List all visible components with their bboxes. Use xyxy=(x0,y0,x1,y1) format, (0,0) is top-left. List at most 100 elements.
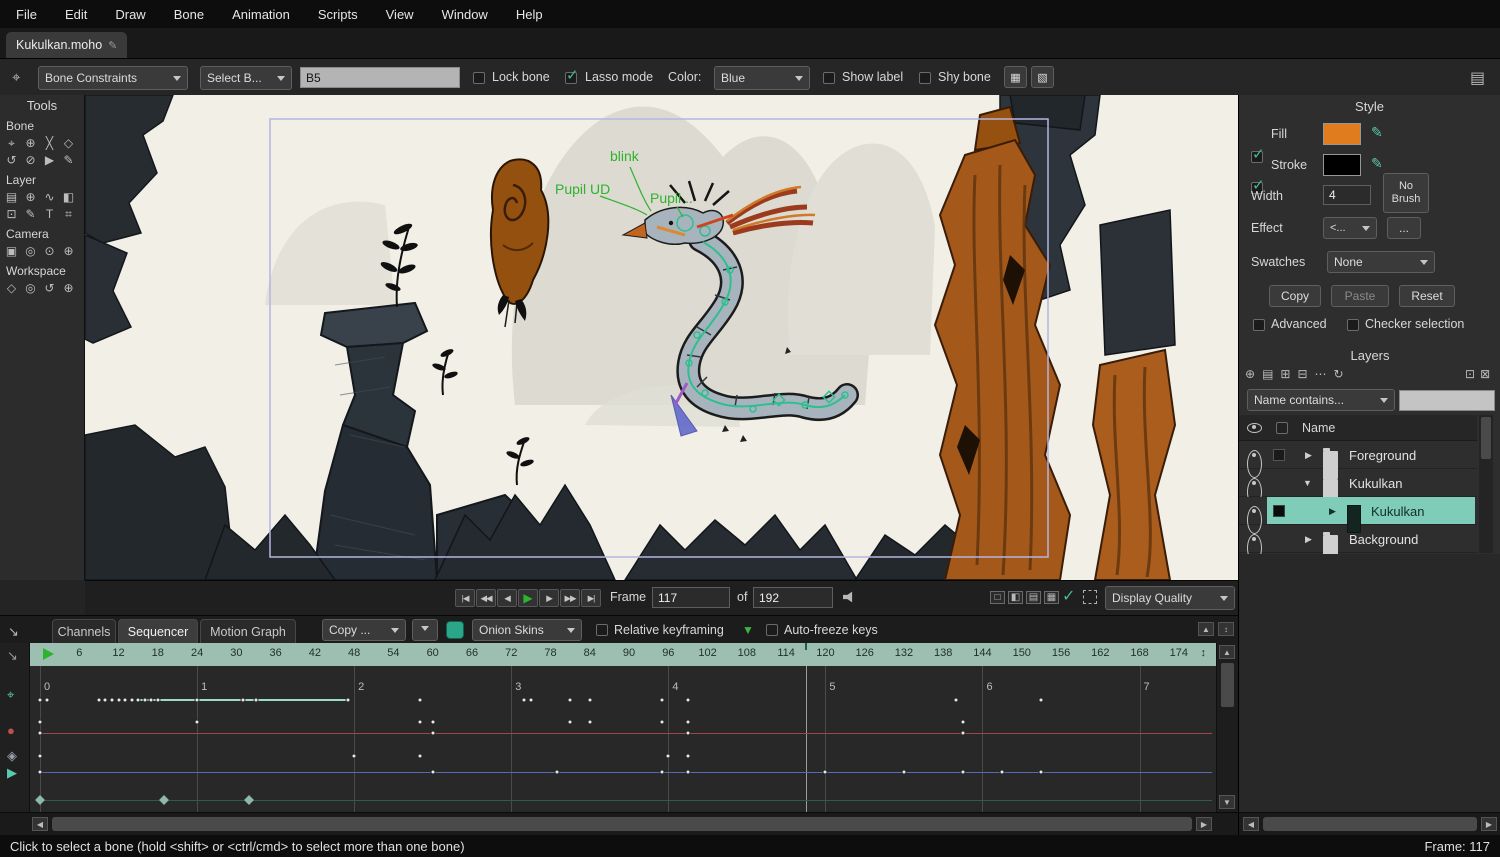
keyframe[interactable] xyxy=(685,770,690,775)
menu-help[interactable]: Help xyxy=(502,7,557,22)
stroke-edit-pencil-icon[interactable]: ✎ xyxy=(1371,155,1383,172)
keyframe[interactable] xyxy=(109,698,114,703)
ruler-scroll-icon[interactable]: ↕ xyxy=(1201,647,1207,659)
camera-tool-icon[interactable]: ◎ xyxy=(21,243,40,259)
camera-tool-icon[interactable]: ▣ xyxy=(2,243,21,259)
collapse-timeline-icon[interactable]: ▲ xyxy=(1198,622,1214,636)
scroll-left-icon[interactable]: ◀ xyxy=(1243,817,1259,831)
display-mode-3-icon[interactable]: ▤ xyxy=(1026,591,1041,604)
bone-tool-icon[interactable]: ✎ xyxy=(59,152,78,168)
keyframe[interactable] xyxy=(685,754,690,759)
bone-tool-icon[interactable]: ▶ xyxy=(40,152,59,168)
onion-skins-dropdown[interactable]: Onion Skins xyxy=(472,619,582,641)
switch-channel-icon[interactable]: ◈ xyxy=(7,748,17,764)
display-mode-4-icon[interactable]: ▦ xyxy=(1044,591,1059,604)
layers-toolbar-icon-1[interactable]: ⊕ xyxy=(1245,367,1255,381)
keyframe[interactable] xyxy=(352,754,357,759)
keyframe[interactable] xyxy=(38,770,43,775)
keyframe[interactable] xyxy=(587,720,592,725)
keyframe[interactable] xyxy=(240,698,245,703)
auto-freeze-checkbox[interactable] xyxy=(766,624,778,636)
fill-edit-pencil-icon[interactable]: ✎ xyxy=(1371,124,1383,141)
bone-constraints-dropdown[interactable]: Bone Constraints xyxy=(38,66,188,90)
no-brush-button[interactable]: No Brush xyxy=(1383,173,1429,213)
layer-tool-icon[interactable]: ⌗ xyxy=(59,206,78,222)
keyframe[interactable] xyxy=(244,795,254,805)
timeline-corner-icon[interactable]: ↘ xyxy=(7,648,18,664)
reset-style-button[interactable]: Reset xyxy=(1399,285,1455,307)
lock-bone-checkbox[interactable] xyxy=(473,72,485,84)
keyframe[interactable] xyxy=(587,698,592,703)
layer-tool-icon[interactable]: ⊡ xyxy=(2,206,21,222)
display-quality-dropdown[interactable]: Display Quality xyxy=(1105,586,1235,610)
timeline-tracks[interactable]: 01234567 xyxy=(30,666,1216,812)
mini-dropdown[interactable] xyxy=(412,619,438,641)
go-start-button[interactable]: |◀ xyxy=(455,589,475,607)
layer-color-swatch[interactable] xyxy=(1273,449,1285,461)
layers-toolbar-icon-3[interactable]: ⊞ xyxy=(1280,367,1290,381)
layers-toolbar-icon-2[interactable]: ▤ xyxy=(1262,367,1273,381)
layers-toolbar-icon-4[interactable]: ⊟ xyxy=(1297,367,1307,381)
keyframe[interactable] xyxy=(960,731,965,736)
keyframe[interactable] xyxy=(659,698,664,703)
go-end-button[interactable]: ▶| xyxy=(581,589,601,607)
scroll-right-icon[interactable]: ▶ xyxy=(1481,817,1497,831)
keyframe[interactable] xyxy=(954,698,959,703)
expand-arrow-icon[interactable]: ▶ xyxy=(1305,525,1312,553)
scroll-down-icon[interactable]: ▼ xyxy=(1219,795,1235,809)
keyframe[interactable] xyxy=(155,698,160,703)
keyframe[interactable] xyxy=(38,720,43,725)
fill-color-swatch[interactable] xyxy=(1323,123,1361,145)
bone-tool-icon[interactable]: ⌖ xyxy=(2,135,21,151)
keyframe[interactable] xyxy=(136,698,141,703)
keyframe[interactable] xyxy=(1039,698,1044,703)
keyframe[interactable] xyxy=(568,698,573,703)
layer-tool-icon[interactable]: ∿ xyxy=(40,189,59,205)
timeline-corner-arrow-icon[interactable]: ↘ xyxy=(8,624,19,640)
keyframe[interactable] xyxy=(666,754,671,759)
layers-toolbar-icon-6[interactable]: ↻ xyxy=(1334,367,1344,381)
tab-sequencer[interactable]: Sequencer xyxy=(118,619,198,643)
layers-toolbar-right-icon-1[interactable]: ⊡ xyxy=(1465,367,1475,381)
keyframe-filter-icon[interactable]: ▼ xyxy=(742,623,754,637)
color-channel-icon[interactable]: ● xyxy=(7,723,15,738)
keyframe[interactable] xyxy=(430,720,435,725)
menu-scripts[interactable]: Scripts xyxy=(304,7,372,22)
keyframe[interactable] xyxy=(823,770,828,775)
layer-row-background[interactable]: ▶ Background xyxy=(1239,525,1477,553)
keyframe[interactable] xyxy=(116,698,121,703)
keyframe[interactable] xyxy=(345,698,350,703)
timeline-hscroll[interactable]: ◀ ▶ xyxy=(0,812,1238,835)
keyframe[interactable] xyxy=(44,698,49,703)
keyframe[interactable] xyxy=(38,731,43,736)
display-mode-1-icon[interactable]: □ xyxy=(990,591,1005,604)
expand-arrow-icon[interactable]: ▶ xyxy=(1329,497,1336,525)
layer-tool-icon[interactable]: ▤ xyxy=(2,189,21,205)
tab-motion-graph[interactable]: Motion Graph xyxy=(200,619,296,643)
layer-tool-icon[interactable]: ◧ xyxy=(59,189,78,205)
menu-window[interactable]: Window xyxy=(428,7,502,22)
layer-tool-icon[interactable]: ✎ xyxy=(21,206,40,222)
keyframe[interactable] xyxy=(430,731,435,736)
keyframe[interactable] xyxy=(38,698,43,703)
expand-arrow-icon[interactable]: ▶ xyxy=(1305,441,1312,469)
layer-color-swatch[interactable] xyxy=(1273,505,1285,517)
menu-edit[interactable]: Edit xyxy=(51,7,101,22)
advanced-checkbox[interactable] xyxy=(1253,319,1265,331)
keyframe[interactable] xyxy=(417,720,422,725)
keyframe[interactable] xyxy=(123,698,128,703)
keyframe[interactable] xyxy=(522,698,527,703)
layers-toolbar-icon-5[interactable]: ⋯ xyxy=(1315,367,1327,381)
menu-file[interactable]: File xyxy=(2,7,51,22)
keyframe[interactable] xyxy=(685,731,690,736)
scroll-left-icon[interactable]: ◀ xyxy=(32,817,48,831)
collapse-arrow-icon[interactable]: ▼ xyxy=(1303,469,1312,497)
canvas-viewport[interactable]: blink Pupil UD Pupil .. xyxy=(85,95,1238,580)
next-keyframe-button[interactable]: ▶▶ xyxy=(560,589,580,607)
bone-tool-icon[interactable]: ◇ xyxy=(59,135,78,151)
keyframe[interactable] xyxy=(417,754,422,759)
bone-label-toggle-icon[interactable]: ▦ xyxy=(1004,66,1027,88)
layer-filter-input[interactable] xyxy=(1399,390,1495,411)
layers-scrollbar[interactable] xyxy=(1479,415,1493,553)
menu-view[interactable]: View xyxy=(372,7,428,22)
